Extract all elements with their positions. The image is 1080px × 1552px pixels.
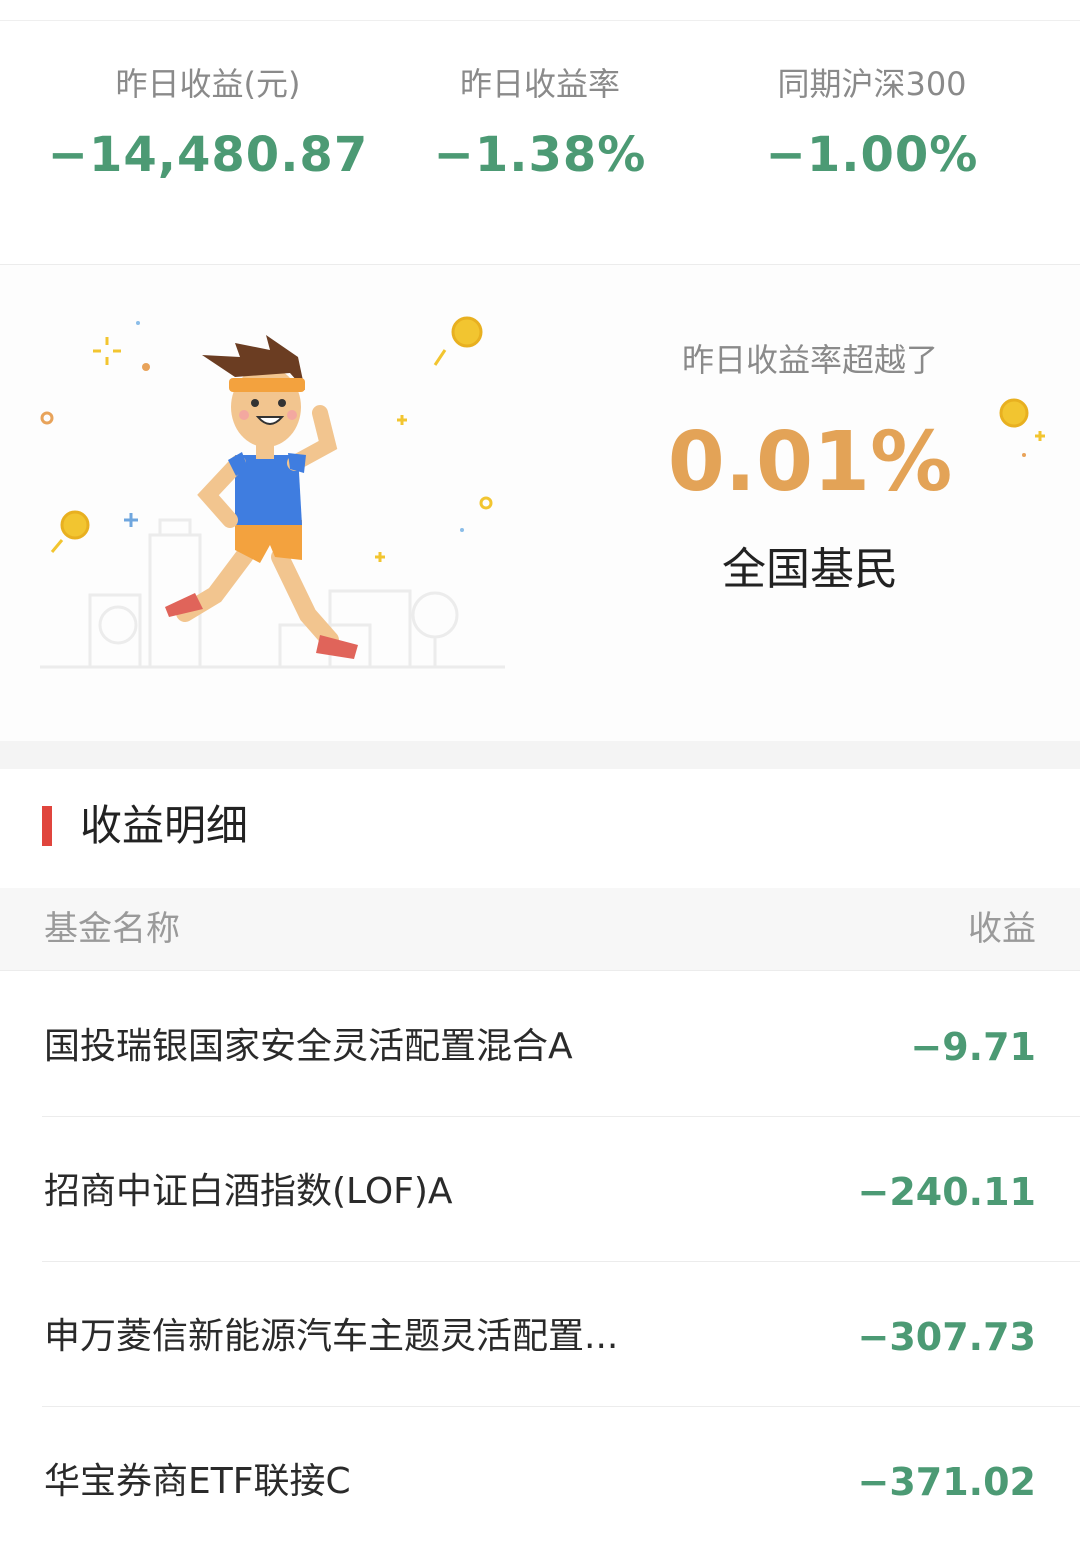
- runner-illustration: [40, 316, 505, 669]
- fund-name: 招商中证白酒指数(LOF)A: [44, 1171, 453, 1212]
- fund-income: −9.71: [910, 1025, 1036, 1069]
- section-title: 收益明细: [80, 801, 249, 850]
- stat-value: −1.38%: [433, 127, 647, 183]
- table-header: 基金名称 收益: [0, 888, 1080, 971]
- fund-row[interactable]: 招商中证白酒指数(LOF)A −240.11: [0, 1117, 1080, 1262]
- top-divider: [0, 20, 1080, 21]
- beat-percent: 0.01%: [667, 415, 953, 510]
- stat-csi300[interactable]: 同期沪深300 −1.00%: [692, 60, 1052, 190]
- fund-row[interactable]: 华宝券商ETF联接C −371.02: [0, 1407, 1080, 1552]
- beat-label: 昨日收益率超越了: [681, 341, 938, 379]
- stat-label: 昨日收益(元): [115, 65, 301, 103]
- fund-name: 华宝券商ETF联接C: [44, 1461, 351, 1502]
- fund-income: −240.11: [857, 1170, 1036, 1214]
- stat-value: −1.00%: [765, 127, 979, 183]
- header-income: 收益: [968, 909, 1036, 949]
- section-gap: [0, 741, 1080, 769]
- beat-who: 全国基民: [722, 544, 898, 595]
- fund-name: 申万菱信新能源汽车主题灵活配置...: [44, 1316, 619, 1357]
- ranking-banner[interactable]: 昨日收益率超越了 0.01% 全国基民: [0, 265, 1080, 741]
- fund-name: 国投瑞银国家安全灵活配置混合A: [44, 1026, 573, 1067]
- header-fund-name: 基金名称: [44, 909, 180, 949]
- yesterday-stats: 昨日收益(元) −14,480.87 昨日收益率 −1.38% 同期沪深300 …: [0, 60, 1080, 220]
- stat-value: −14,480.87: [47, 127, 369, 183]
- fund-income: −371.02: [857, 1460, 1036, 1504]
- stat-label: 昨日收益率: [459, 65, 620, 103]
- fund-income-list: 国投瑞银国家安全灵活配置混合A −9.71 招商中证白酒指数(LOF)A −24…: [0, 972, 1080, 1552]
- stat-yesterday-rate[interactable]: 昨日收益率 −1.38%: [360, 60, 720, 190]
- fund-row[interactable]: 国投瑞银国家安全灵活配置混合A −9.71: [0, 972, 1080, 1117]
- stat-label: 同期沪深300: [777, 65, 967, 103]
- fund-income: −307.73: [857, 1315, 1036, 1359]
- stat-yesterday-income[interactable]: 昨日收益(元) −14,480.87: [28, 60, 388, 190]
- fund-row[interactable]: 申万菱信新能源汽车主题灵活配置... −307.73: [0, 1262, 1080, 1407]
- section-marker: [42, 806, 52, 846]
